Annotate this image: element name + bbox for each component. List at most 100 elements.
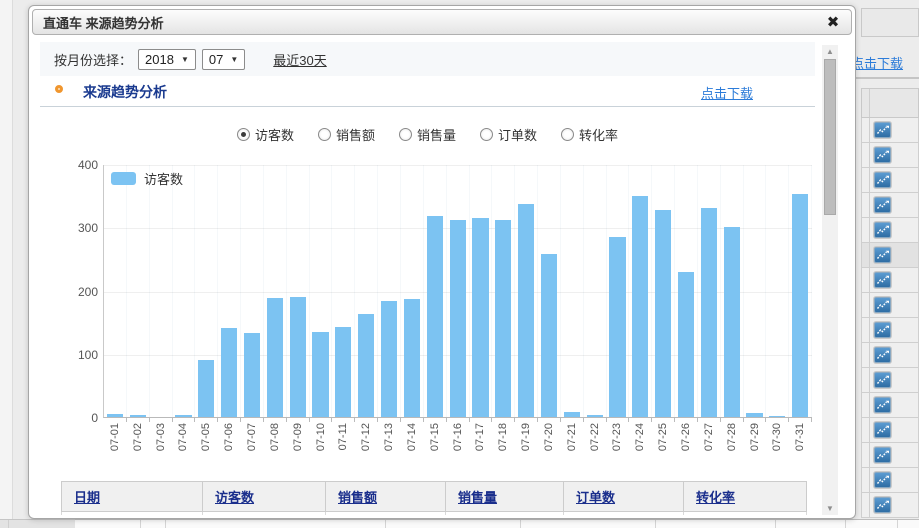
bar[interactable] — [564, 412, 580, 417]
bar-slot-07-13: 07-13 — [378, 165, 401, 417]
month-select[interactable]: 07 ▼ — [202, 49, 245, 70]
radio-selected-icon[interactable] — [237, 128, 250, 141]
scrollbar-thumb[interactable] — [824, 59, 836, 215]
trend-chart-icon[interactable] — [874, 197, 891, 213]
dialog-scrollbar[interactable]: ▲ ▼ — [822, 45, 838, 515]
bar[interactable] — [495, 220, 511, 417]
bar[interactable] — [381, 301, 397, 417]
year-select[interactable]: 2018 ▼ — [138, 49, 196, 70]
chart-legend[interactable]: 访客数 — [111, 169, 183, 188]
table-empty-cell — [564, 512, 684, 516]
bar[interactable] — [746, 413, 762, 417]
close-icon[interactable]: ✖ — [823, 13, 843, 33]
table-header-link[interactable]: 销售量 — [458, 490, 497, 505]
bar[interactable] — [632, 196, 648, 417]
bar[interactable] — [587, 415, 603, 417]
radio-icon[interactable] — [480, 128, 493, 141]
bar[interactable] — [130, 415, 146, 417]
bar[interactable] — [678, 272, 694, 417]
bar[interactable] — [472, 218, 488, 417]
bar[interactable] — [609, 237, 625, 417]
month-filter-label: 按月份选择： — [54, 50, 132, 69]
scroll-up-icon[interactable]: ▲ — [822, 45, 838, 58]
background-table-row — [861, 368, 919, 393]
x-axis-tick-label: 07-04 — [177, 423, 189, 451]
x-axis-tick-label: 07-01 — [109, 423, 121, 451]
radio-icon[interactable] — [561, 128, 574, 141]
bar[interactable] — [541, 254, 557, 417]
bar[interactable] — [290, 297, 306, 417]
metric-radio-2[interactable]: 销售额 — [318, 125, 375, 144]
x-axis-tick-label: 07-14 — [406, 423, 418, 451]
bar[interactable] — [221, 328, 237, 417]
trend-chart-icon[interactable] — [874, 472, 891, 488]
metric-label: 销售量 — [417, 125, 456, 144]
bar[interactable] — [518, 204, 534, 417]
bar[interactable] — [450, 220, 466, 417]
trend-chart-icon[interactable] — [874, 397, 891, 413]
bar[interactable] — [769, 416, 785, 417]
bar-slot-07-05: 07-05 — [195, 165, 218, 417]
metric-radio-3[interactable]: 销售量 — [399, 125, 456, 144]
trend-chart-icon[interactable] — [874, 272, 891, 288]
background-download-link[interactable]: 点击下载 — [851, 53, 903, 72]
scroll-down-icon[interactable]: ▼ — [822, 502, 838, 515]
bar[interactable] — [724, 227, 740, 417]
recent-30-days-link[interactable]: 最近30天 — [273, 50, 326, 69]
bar[interactable] — [312, 332, 328, 417]
legend-label: 访客数 — [144, 169, 183, 188]
bar-slot-07-01: 07-01 — [104, 165, 127, 417]
bar[interactable] — [427, 216, 443, 417]
bar[interactable] — [107, 414, 123, 417]
bar-slot-07-04: 07-04 — [173, 165, 196, 417]
table-empty-cell — [203, 512, 326, 516]
trend-chart-icon[interactable] — [874, 422, 891, 438]
bar[interactable] — [792, 194, 808, 417]
bar[interactable] — [198, 360, 214, 417]
trend-bar-chart: 07-0107-0207-0307-0407-0507-0607-0707-08… — [40, 156, 815, 471]
bar[interactable] — [244, 333, 260, 417]
trend-chart-icon[interactable] — [874, 172, 891, 188]
bar[interactable] — [655, 210, 671, 417]
trend-chart-icon[interactable] — [874, 297, 891, 313]
trend-chart-icon[interactable] — [874, 247, 891, 263]
bar[interactable] — [267, 298, 283, 417]
bar-slot-07-29: 07-29 — [744, 165, 767, 417]
bar[interactable] — [335, 327, 351, 417]
trend-chart-icon[interactable] — [874, 497, 891, 513]
month-select-value: 07 — [209, 52, 223, 67]
month-filter-bar: 按月份选择： 2018 ▼ 07 ▼ 最近30天 — [40, 42, 815, 76]
trend-chart-icon[interactable] — [874, 222, 891, 238]
table-header-link[interactable]: 销售额 — [338, 490, 377, 505]
section-divider — [40, 106, 815, 107]
background-table-row — [861, 393, 919, 418]
table-header-link[interactable]: 订单数 — [576, 490, 615, 505]
metric-label: 销售额 — [336, 125, 375, 144]
table-header-link[interactable]: 转化率 — [696, 490, 735, 505]
y-axis-tick-label: 300 — [48, 221, 98, 235]
table-header-link[interactable]: 访客数 — [215, 490, 254, 505]
radio-icon[interactable] — [318, 128, 331, 141]
bar[interactable] — [404, 299, 420, 417]
table-header-link[interactable]: 日期 — [74, 490, 100, 505]
trend-chart-icon[interactable] — [874, 372, 891, 388]
dialog-titlebar[interactable]: 直通车 来源趋势分析 ✖ — [32, 9, 852, 35]
bar[interactable] — [358, 314, 374, 417]
radio-icon[interactable] — [399, 128, 412, 141]
metric-radio-4[interactable]: 订单数 — [480, 125, 537, 144]
download-link[interactable]: 点击下载 — [701, 83, 753, 102]
metric-radio-5[interactable]: 转化率 — [561, 125, 618, 144]
x-axis-tick-label: 07-06 — [223, 423, 235, 451]
trend-chart-icon[interactable] — [874, 147, 891, 163]
x-axis-tick-label: 07-18 — [497, 423, 509, 451]
bar-slot-07-15: 07-15 — [424, 165, 447, 417]
bar-slot-07-25: 07-25 — [652, 165, 675, 417]
trend-chart-icon[interactable] — [874, 122, 891, 138]
trend-chart-icon[interactable] — [874, 347, 891, 363]
trend-chart-icon[interactable] — [874, 322, 891, 338]
bar[interactable] — [175, 415, 191, 417]
bar[interactable] — [701, 208, 717, 417]
metric-radio-1[interactable]: 访客数 — [237, 125, 294, 144]
section-title: 来源趋势分析 — [83, 82, 167, 102]
trend-chart-icon[interactable] — [874, 447, 891, 463]
